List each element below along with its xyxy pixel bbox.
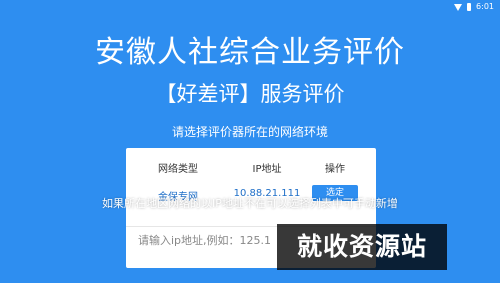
status-time: 6:01: [476, 2, 494, 11]
page-title: 安徽人社综合业务评价: [95, 35, 405, 70]
battery-icon: [467, 3, 472, 11]
wifi-icon: [454, 3, 463, 11]
watermark-overlay: 就收资源站: [277, 224, 447, 270]
status-bar: 6:01: [0, 0, 500, 14]
status-icons: 6:01: [454, 2, 494, 12]
column-header-network-type: 网络类型: [158, 164, 198, 175]
column-header-action: 操作: [325, 164, 345, 175]
network-prompt: 请选择评价器所在的网络环境: [171, 125, 328, 139]
page-subtitle: 【好差评】服务评价: [155, 82, 345, 106]
column-header-ip: IP地址: [252, 164, 282, 175]
manual-add-hint: 如果所在地区网络的以IP地址不在可以选择列表中可手动新增: [102, 197, 398, 210]
